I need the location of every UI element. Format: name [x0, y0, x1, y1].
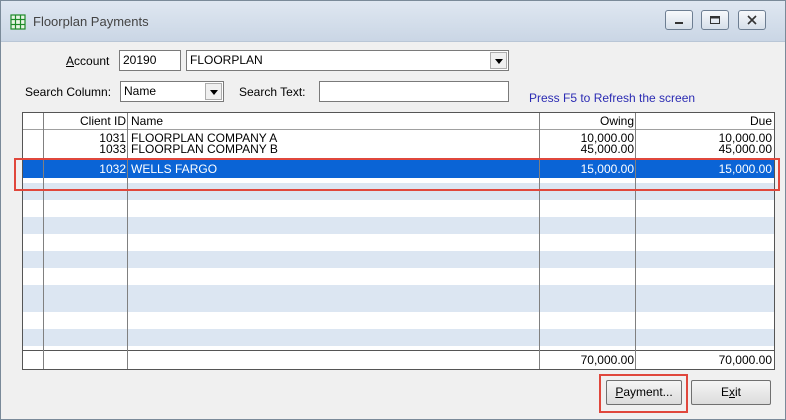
- column-divider: [635, 113, 636, 369]
- total-due: 70,000.00: [718, 353, 772, 367]
- account-name-dropdown[interactable]: FLOORPLAN: [186, 50, 509, 71]
- table-header: Client ID Name Owing Due: [23, 113, 774, 130]
- empty-row: [23, 200, 774, 217]
- title-bar: Floorplan Payments: [1, 1, 785, 42]
- account-number-field[interactable]: 20190: [119, 50, 181, 71]
- total-owing: 70,000.00: [580, 353, 634, 367]
- client-id-cell: 1033: [99, 143, 126, 155]
- empty-row: [23, 251, 774, 268]
- payment-button-annotation: [599, 374, 688, 413]
- maximize-icon: [710, 16, 720, 24]
- empty-row: [23, 285, 774, 295]
- minimize-button[interactable]: [665, 10, 693, 30]
- column-divider: [127, 113, 128, 369]
- header-owing[interactable]: Owing: [540, 113, 636, 129]
- chevron-down-icon[interactable]: [490, 52, 507, 69]
- empty-row: [23, 234, 774, 251]
- search-column-dropdown[interactable]: Name: [120, 81, 224, 102]
- account-label: Account: [66, 54, 110, 68]
- refresh-hint: Press F5 to Refresh the screen: [529, 91, 696, 105]
- owing-cell: 45,000.00: [580, 143, 634, 155]
- header-selector: [23, 113, 44, 129]
- selected-row-annotation: [14, 158, 780, 191]
- name-cell: FLOORPLAN COMPANY B: [131, 143, 278, 155]
- table-row[interactable]: 1033 FLOORPLAN COMPANY B 45,000.00 45,00…: [23, 143, 774, 156]
- column-divider: [539, 113, 540, 369]
- maximize-button[interactable]: [701, 10, 729, 30]
- empty-row: [23, 268, 774, 285]
- search-text-input[interactable]: [319, 81, 509, 102]
- due-cell: 45,000.00: [718, 143, 772, 155]
- window-title: Floorplan Payments: [33, 14, 149, 29]
- empty-row: [23, 295, 774, 312]
- payments-table: Client ID Name Owing Due 1031 FLOORPLAN …: [22, 112, 775, 370]
- empty-row: [23, 217, 774, 234]
- exit-button[interactable]: Exit: [691, 380, 771, 405]
- search-column-label: Search Column:: [25, 85, 112, 99]
- header-due[interactable]: Due: [636, 113, 774, 129]
- header-name[interactable]: Name: [128, 113, 540, 129]
- account-name-value: FLOORPLAN: [190, 53, 263, 67]
- close-button[interactable]: [738, 10, 766, 30]
- minimize-icon: [675, 22, 683, 24]
- column-divider: [43, 113, 44, 369]
- empty-row: [23, 329, 774, 346]
- search-column-value: Name: [124, 84, 157, 98]
- search-text-label: Search Text:: [239, 85, 306, 99]
- close-icon: [747, 15, 757, 25]
- floorplan-payments-window: Floorplan Payments Account 20190 FLOORPL…: [0, 0, 786, 420]
- empty-row: [23, 312, 774, 329]
- chevron-down-icon[interactable]: [205, 83, 222, 100]
- totals-row: 70,000.00 70,000.00: [23, 350, 774, 369]
- grid-app-icon: [10, 14, 26, 30]
- header-client-id[interactable]: Client ID: [44, 113, 128, 129]
